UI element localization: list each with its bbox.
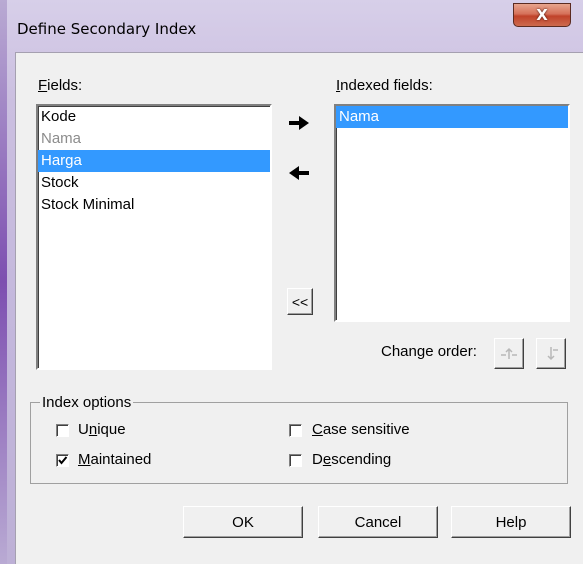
- checkmark-icon: [58, 456, 68, 465]
- ok-button[interactable]: OK: [183, 506, 303, 538]
- maintained-label[interactable]: Maintained: [78, 451, 151, 468]
- cancel-button[interactable]: Cancel: [318, 506, 438, 538]
- descending-label[interactable]: Descending: [312, 451, 391, 468]
- arrow-left-icon: [289, 166, 309, 180]
- fields-listbox[interactable]: Kode Nama Harga Stock Stock Minimal: [36, 104, 272, 370]
- descending-checkbox[interactable]: [289, 454, 302, 467]
- remove-field-button[interactable]: [285, 160, 313, 186]
- maintained-checkbox[interactable]: [56, 454, 69, 467]
- move-down-icon: [547, 346, 558, 360]
- list-item[interactable]: Nama: [336, 106, 568, 128]
- list-item[interactable]: Nama: [38, 128, 270, 150]
- move-up-button[interactable]: [494, 338, 524, 369]
- index-options-group: [30, 402, 568, 484]
- arrow-right-icon: [289, 116, 309, 130]
- close-icon: X: [536, 6, 548, 24]
- list-item[interactable]: Stock Minimal: [38, 194, 270, 216]
- indexed-fields-listbox[interactable]: Nama: [334, 104, 570, 322]
- move-down-button[interactable]: [536, 338, 566, 369]
- unique-checkbox[interactable]: [56, 424, 69, 437]
- case-sensitive-checkbox[interactable]: [289, 424, 302, 437]
- help-button[interactable]: Help: [451, 506, 571, 538]
- list-item[interactable]: Harga: [38, 150, 270, 172]
- define-secondary-index-dialog: Define Secondary Index X Fields: Kode Nam…: [0, 0, 583, 564]
- window-title: Define Secondary Index: [17, 20, 197, 38]
- list-item[interactable]: Stock: [38, 172, 270, 194]
- fields-label: Fields:: [38, 77, 83, 94]
- close-button[interactable]: X: [513, 3, 571, 27]
- indexed-fields-label: Indexed fields:: [336, 77, 433, 94]
- move-up-icon: [501, 347, 517, 359]
- list-item[interactable]: Kode: [38, 106, 270, 128]
- case-sensitive-label[interactable]: Case sensitive: [312, 421, 410, 438]
- index-options-title: Index options: [40, 394, 134, 411]
- window-frame-edge: [0, 0, 7, 564]
- add-field-button[interactable]: [285, 110, 313, 136]
- change-order-label: Change order:: [381, 343, 477, 360]
- remove-all-fields-button[interactable]: <<: [287, 288, 313, 315]
- unique-label[interactable]: Unique: [78, 421, 126, 438]
